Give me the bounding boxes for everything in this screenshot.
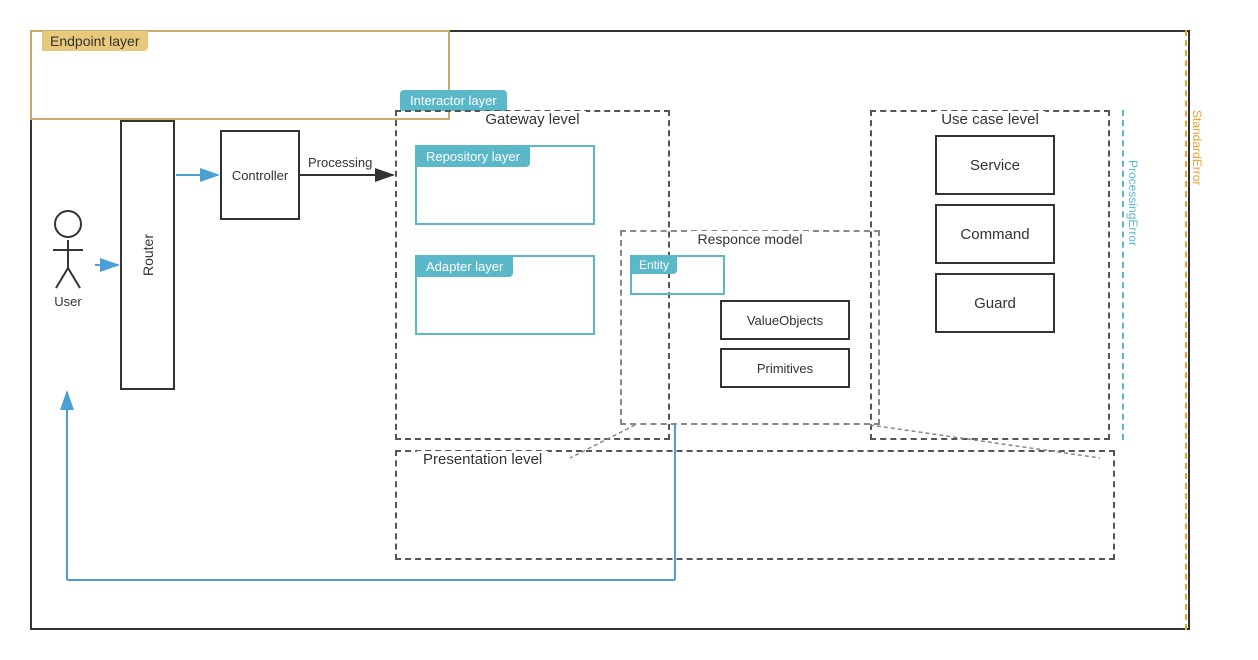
user-body <box>48 240 88 290</box>
standard-error-line <box>1185 30 1187 630</box>
processing-label: Processing <box>308 155 372 170</box>
router-box: Router <box>120 120 175 390</box>
repository-box: Repository layer <box>415 145 595 225</box>
primitives-label: Primitives <box>757 361 813 376</box>
interactor-tab: Interactor layer <box>400 90 507 111</box>
router-label: Router <box>140 234 156 276</box>
user-label: User <box>48 294 88 309</box>
endpoint-layer-label: Endpoint layer <box>42 31 148 51</box>
command-label: Command <box>960 226 1029 243</box>
user-head <box>54 210 82 238</box>
endpoint-layer: Endpoint layer <box>30 30 450 120</box>
response-model-label: Responce model <box>691 231 808 247</box>
processing-error-line <box>1122 110 1124 440</box>
standard-error-label: StandardError <box>1190 110 1204 185</box>
valueobjects-label: ValueObjects <box>747 313 823 328</box>
valueobjects-box: ValueObjects <box>720 300 850 340</box>
usecase-label: Use case level <box>935 111 1045 128</box>
diagram-container: Endpoint layer User Router Controller Pr… <box>0 0 1258 660</box>
controller-box: Controller <box>220 130 300 220</box>
guard-box: Guard <box>935 273 1055 333</box>
user-figure: User <box>48 210 88 309</box>
adapter-box: Adapter layer <box>415 255 595 335</box>
guard-label: Guard <box>974 295 1016 312</box>
presentation-label: Presentation level <box>417 451 548 468</box>
entity-tab: Entity <box>631 256 677 274</box>
gateway-label: Gateway level <box>479 111 585 128</box>
entity-box: Entity <box>630 255 725 295</box>
presentation-box: Presentation level <box>395 450 1115 560</box>
primitives-box: Primitives <box>720 348 850 388</box>
controller-label: Controller <box>232 168 288 183</box>
processing-error-label: ProcessingError <box>1126 160 1140 246</box>
repository-tab: Repository layer <box>416 146 530 167</box>
service-label: Service <box>970 157 1020 174</box>
service-box: Service <box>935 135 1055 195</box>
command-box: Command <box>935 204 1055 264</box>
adapter-tab: Adapter layer <box>416 256 513 277</box>
